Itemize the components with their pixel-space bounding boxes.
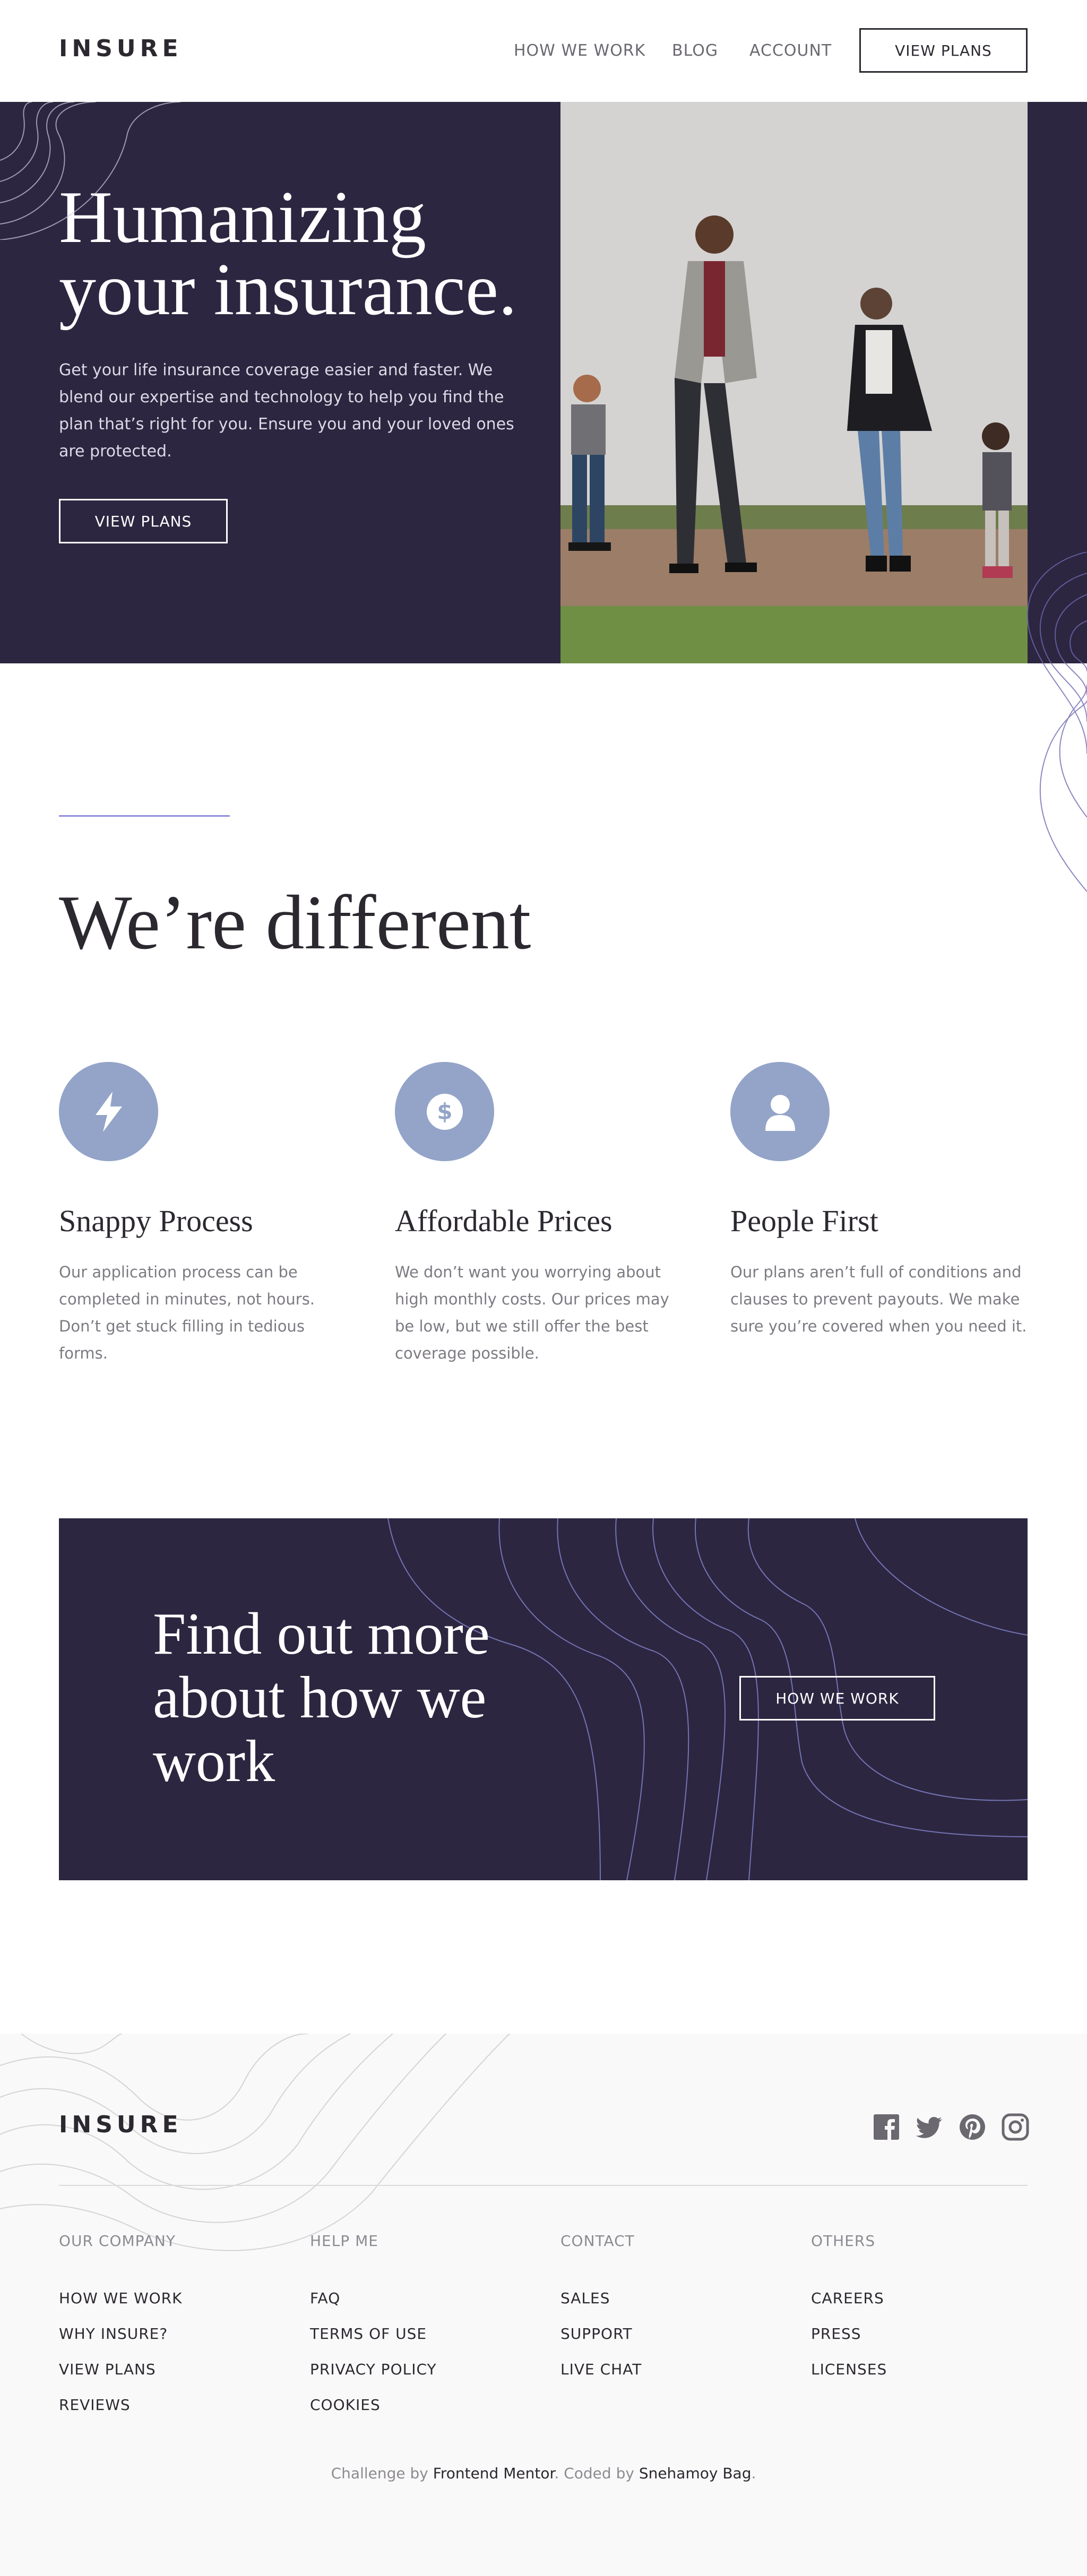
footer-link-reviews[interactable]: REVIEWS <box>59 2396 282 2432</box>
site-footer: INSURE OUR COMPANY HOW WE WORK WHY INSUR… <box>0 2034 1087 2576</box>
footer-column-heading: CONTACT <box>560 2232 635 2250</box>
footer-logo[interactable]: INSURE <box>59 2111 183 2138</box>
facebook-icon[interactable] <box>873 2113 900 2141</box>
svg-text:$: $ <box>437 1099 452 1125</box>
feature-text: Our application process can be completed… <box>59 1263 315 1362</box>
section-accent-line <box>59 815 230 817</box>
feature-text: We don’t want you worrying about high mo… <box>395 1263 669 1362</box>
feature-title: Snappy Process <box>59 1204 253 1238</box>
banner-title: Find out more about how we work <box>153 1601 490 1794</box>
person-icon <box>730 1062 830 1161</box>
footer-link-cookies[interactable]: COOKIES <box>310 2396 533 2432</box>
frontend-mentor-link[interactable]: Frontend Mentor <box>433 2465 555 2482</box>
footer-link-support[interactable]: SUPPORT <box>560 2325 783 2361</box>
feature-text: Our plans aren’t full of conditions and … <box>730 1263 1027 1335</box>
how-we-work-button[interactable]: HOW WE WORK <box>739 1676 935 1721</box>
feature-snappy-process: Snappy Process Our application process c… <box>59 1062 356 1367</box>
footer-column-heading: OTHERS <box>811 2232 876 2250</box>
view-plans-button[interactable]: VIEW PLANS <box>859 28 1028 73</box>
hero-view-plans-button[interactable]: VIEW PLANS <box>59 499 228 543</box>
footer-link-live-chat[interactable]: LIVE CHAT <box>560 2361 783 2396</box>
footer-link-press[interactable]: PRESS <box>811 2325 1034 2361</box>
twitter-icon[interactable] <box>916 2113 943 2141</box>
footer-divider <box>59 2185 1028 2186</box>
attribution-suffix: . <box>751 2465 756 2482</box>
footer-link-careers[interactable]: CAREERS <box>811 2289 1034 2325</box>
hero-description: Get your life insurance coverage easier … <box>59 361 514 461</box>
footer-column-contact: CONTACT SALES SUPPORT LIVE CHAT <box>560 2232 783 2396</box>
pinterest-icon[interactable] <box>959 2113 986 2141</box>
footer-column-our-company: OUR COMPANY HOW WE WORK WHY INSURE? VIEW… <box>59 2232 282 2432</box>
footer-link-how-we-work[interactable]: HOW WE WORK <box>59 2289 282 2325</box>
logo[interactable]: INSURE <box>59 35 183 62</box>
attribution-prefix: Challenge by <box>331 2465 433 2482</box>
nav-blog[interactable]: BLOG <box>672 41 718 60</box>
footer-column-heading: HELP ME <box>310 2232 378 2250</box>
how-we-work-banner: Find out more about how we work HOW WE W… <box>59 1518 1028 1880</box>
footer-link-privacy-policy[interactable]: PRIVACY POLICY <box>310 2361 533 2396</box>
attribution: Challenge by Frontend Mentor. Coded by S… <box>0 2465 1087 2482</box>
feature-affordable-prices: $ Affordable Prices We don’t want you wo… <box>395 1062 692 1367</box>
feature-people-first: People First Our plans aren’t full of co… <box>730 1062 1028 1340</box>
footer-link-sales[interactable]: SALES <box>560 2289 783 2325</box>
feature-title: Affordable Prices <box>395 1204 612 1238</box>
instagram-icon[interactable] <box>1002 2113 1029 2141</box>
decorative-lines-right <box>1027 552 1087 892</box>
author-link[interactable]: Snehamoy Bag <box>639 2465 752 2482</box>
footer-link-licenses[interactable]: LICENSES <box>811 2361 1034 2396</box>
nav-account[interactable]: ACCOUNT <box>749 41 832 60</box>
decorative-lines-left <box>0 102 180 240</box>
footer-column-others: OTHERS CAREERS PRESS LICENSES <box>811 2232 1034 2396</box>
site-header: INSURE HOW WE WORK BLOG ACCOUNT VIEW PLA… <box>0 0 1087 102</box>
lightning-icon <box>59 1062 158 1161</box>
footer-link-faq[interactable]: FAQ <box>310 2289 533 2325</box>
footer-link-terms-of-use[interactable]: TERMS OF USE <box>310 2325 533 2361</box>
footer-link-view-plans[interactable]: VIEW PLANS <box>59 2361 282 2396</box>
footer-column-help-me: HELP ME FAQ TERMS OF USE PRIVACY POLICY … <box>310 2232 533 2432</box>
nav-how-we-work[interactable]: HOW WE WORK <box>514 41 645 60</box>
attribution-middle: . Coded by <box>554 2465 639 2482</box>
feature-title: People First <box>730 1204 878 1238</box>
footer-column-heading: OUR COMPANY <box>59 2232 176 2250</box>
dollar-icon: $ <box>395 1062 494 1161</box>
hero-title-line-2: your insurance. <box>59 248 517 331</box>
different-title: We’re different <box>59 879 531 965</box>
footer-link-why-insure[interactable]: WHY INSURE? <box>59 2325 282 2361</box>
